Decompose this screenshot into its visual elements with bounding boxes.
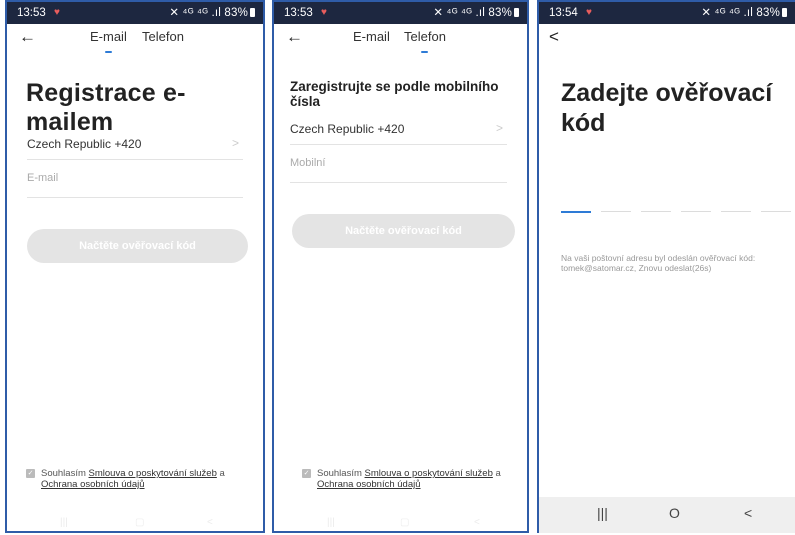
- code-slot[interactable]: [681, 211, 711, 212]
- country-selector[interactable]: Czech Republic +420 >: [290, 114, 507, 145]
- code-sent-info: Na vaši poštovní adresu byl odeslán ověř…: [561, 253, 756, 273]
- tab-active-indicator: [104, 50, 112, 53]
- page-title: Zaregistrujte se podle mobilního čísla: [290, 79, 499, 109]
- nav-back-icon[interactable]: <: [474, 517, 480, 528]
- recents-icon[interactable]: |||: [597, 505, 608, 521]
- back-arrow-icon[interactable]: ←: [286, 26, 303, 48]
- page-title: Zadejte ověřovací kód: [561, 79, 773, 137]
- tab-phone[interactable]: Telefon: [404, 29, 446, 53]
- status-bar: 13:53 ♥ ✕ ⁴ᴳ ⁴ᴳ .ıl 83%: [274, 2, 527, 24]
- nav-back-icon[interactable]: <: [744, 505, 752, 521]
- status-time: 13:53: [284, 7, 313, 19]
- back-arrow-icon[interactable]: ←: [19, 26, 36, 48]
- screen-email-registration: 13:53 ♥ ✕ ⁴ᴳ ⁴ᴳ .ıl 83% ← E-mail Telefon…: [5, 0, 265, 533]
- status-icons: ✕ ⁴ᴳ ⁴ᴳ .ıl 83%: [701, 2, 787, 24]
- home-icon[interactable]: O: [669, 505, 680, 521]
- check-icon: ✓: [303, 470, 310, 477]
- nav-bar-faded: ||| ▢ <: [274, 517, 527, 531]
- country-label: Czech Republic +420: [27, 137, 142, 151]
- top-bar: ← E-mail Telefon: [274, 24, 527, 58]
- terms-link[interactable]: Smlouva o poskytování služeb: [89, 468, 217, 479]
- status-time: 13:53: [17, 7, 46, 19]
- country-selector[interactable]: Czech Republic +420 >: [27, 129, 243, 160]
- status-icons: ✕ ⁴ᴳ ⁴ᴳ .ıl 83%: [169, 2, 255, 24]
- terms-agreement: ✓ Souhlasím Smlouva o poskytování služeb…: [302, 468, 501, 490]
- check-icon: ✓: [27, 470, 34, 477]
- tab-email[interactable]: E-mail: [90, 29, 127, 53]
- email-field-wrap: [27, 167, 243, 198]
- email-field[interactable]: [27, 172, 243, 184]
- code-slot[interactable]: [721, 211, 751, 212]
- code-slot[interactable]: [561, 211, 591, 213]
- recents-icon[interactable]: |||: [327, 517, 335, 528]
- code-slot[interactable]: [761, 211, 791, 212]
- battery-icon: [514, 8, 519, 17]
- tab-phone-label: Telefon: [404, 29, 446, 44]
- back-chevron-icon[interactable]: <: [549, 26, 559, 48]
- status-time: 13:54: [549, 7, 578, 19]
- code-slot[interactable]: [601, 211, 631, 212]
- agree-checkbox[interactable]: ✓: [26, 469, 35, 478]
- tab-phone[interactable]: Telefon: [142, 29, 184, 45]
- privacy-link[interactable]: Ochrana osobních údajů: [317, 479, 421, 490]
- heart-icon: ♥: [54, 7, 60, 18]
- recents-icon[interactable]: |||: [60, 517, 68, 528]
- agree-checkbox[interactable]: ✓: [302, 469, 311, 478]
- status-icons: ✕ ⁴ᴳ ⁴ᴳ .ıl 83%: [433, 2, 519, 24]
- tab-email-label: E-mail: [90, 29, 127, 44]
- top-bar: ← E-mail Telefon: [7, 24, 263, 58]
- get-code-button[interactable]: Načtěte ověřovací kód: [27, 229, 248, 263]
- heart-icon: ♥: [586, 7, 592, 18]
- status-bar: 13:53 ♥ ✕ ⁴ᴳ ⁴ᴳ .ıl 83%: [7, 2, 263, 24]
- chevron-right-icon: >: [231, 136, 239, 150]
- chevron-right-icon: >: [495, 121, 503, 135]
- country-label: Czech Republic +420: [290, 122, 405, 136]
- screen-verification-code: 13:54 ♥ ✕ ⁴ᴳ ⁴ᴳ .ıl 83% < Zadejte ověřov…: [537, 0, 795, 533]
- terms-agreement: ✓ Souhlasím Smlouva o poskytování služeb…: [26, 468, 225, 490]
- code-input[interactable]: [561, 211, 795, 215]
- nav-bar: ||| O <: [539, 497, 795, 533]
- terms-link[interactable]: Smlouva o poskytování služeb: [365, 468, 493, 479]
- home-icon[interactable]: ▢: [135, 517, 144, 528]
- code-slot[interactable]: [641, 211, 671, 212]
- nav-bar-faded: ||| ▢ <: [7, 517, 263, 531]
- screen-phone-registration: 13:53 ♥ ✕ ⁴ᴳ ⁴ᴳ .ıl 83% ← E-mail Telefon…: [272, 0, 529, 533]
- home-icon[interactable]: ▢: [400, 517, 409, 528]
- mobile-field[interactable]: [290, 157, 507, 169]
- top-bar: <: [539, 24, 795, 58]
- tab-email[interactable]: E-mail: [353, 29, 390, 45]
- battery-icon: [250, 8, 255, 17]
- nav-back-icon[interactable]: <: [207, 517, 213, 528]
- tab-active-indicator: [421, 50, 429, 53]
- heart-icon: ♥: [321, 7, 327, 18]
- get-code-button[interactable]: Načtěte ověřovací kód: [292, 214, 515, 248]
- battery-icon: [782, 8, 787, 17]
- status-bar: 13:54 ♥ ✕ ⁴ᴳ ⁴ᴳ .ıl 83%: [539, 2, 795, 24]
- mobile-field-wrap: [290, 152, 507, 183]
- privacy-link[interactable]: Ochrana osobních údajů: [41, 479, 145, 490]
